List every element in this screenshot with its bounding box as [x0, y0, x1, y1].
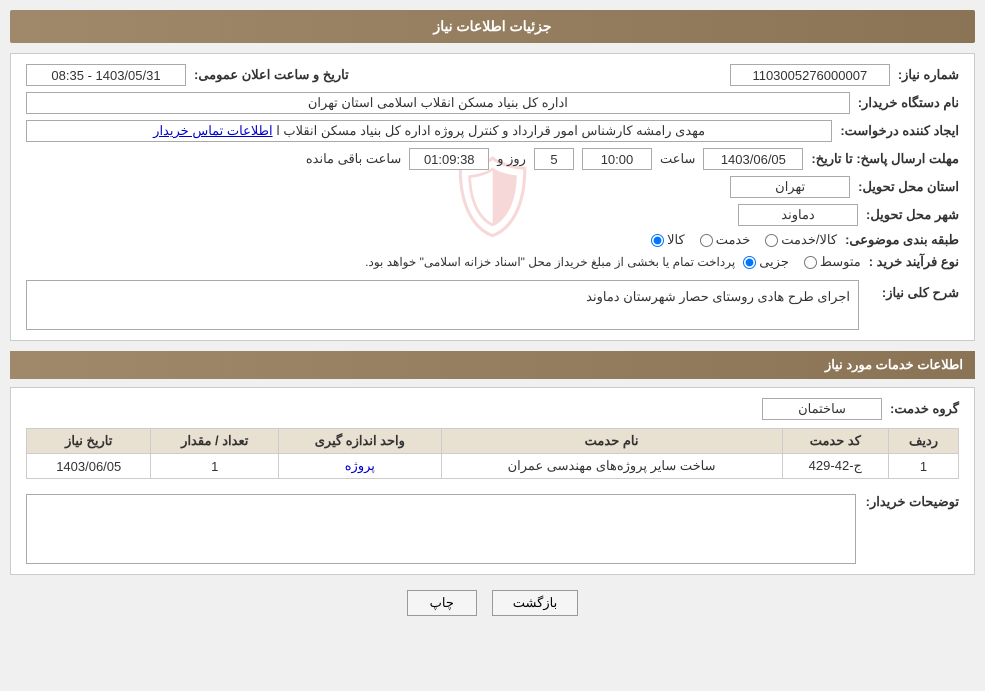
main-section-header: جزئیات اطلاعات نیاز: [10, 10, 975, 43]
cell-quantity: 1: [151, 454, 279, 479]
row-service-group: گروه خدمت: ساختمان: [26, 398, 959, 420]
remaining-label: ساعت باقی مانده: [306, 151, 401, 167]
row-response-date: مهلت ارسال پاسخ: تا تاریخ: 1403/06/05 سا…: [26, 148, 959, 170]
row-buyer: نام دستگاه خریدار: اداره کل بنیاد مسکن ا…: [26, 92, 959, 114]
services-box: گروه خدمت: ساختمان ردیف کد حدمت نام حدمت…: [10, 387, 975, 575]
response-days-value: 5: [534, 148, 574, 170]
description-section: شرح کلی نیاز: اجرای طرح هادی روستای حصار…: [26, 280, 959, 330]
row-province: استان محل تحویل: تهران: [26, 176, 959, 198]
process-option-motavasset[interactable]: متوسط: [804, 254, 861, 270]
province-value: تهران: [730, 176, 850, 198]
response-time-value: 10:00: [582, 148, 652, 170]
need-number-value: 1103005276000007: [730, 64, 890, 86]
category-option-khedmat[interactable]: خدمت: [700, 232, 751, 248]
announce-date-value: 1403/05/31 - 08:35: [26, 64, 186, 86]
services-section-header: اطلاعات خدمات مورد نیاز: [10, 351, 975, 379]
col-row: ردیف: [889, 429, 959, 454]
buyer-notes-row: توضیحات خریدار:: [26, 489, 959, 564]
buyer-notes-value: [26, 494, 856, 564]
response-date-value: 1403/06/05: [703, 148, 803, 170]
description-row: شرح کلی نیاز: اجرای طرح هادی روستای حصار…: [26, 280, 959, 330]
process-radio-group: متوسط جزیی: [743, 254, 861, 270]
creator-value: مهدی رامشه کارشناس امور قرارداد و کنترل …: [26, 120, 832, 142]
cell-row: 1: [889, 454, 959, 479]
category-option-kala[interactable]: کالا: [651, 232, 685, 248]
creator-link[interactable]: اطلاعات تماس خریدار: [153, 123, 272, 139]
col-unit: واحد اندازه گیری: [279, 429, 441, 454]
need-number-label: شماره نیاز:: [898, 67, 959, 83]
process-note: پرداخت تمام یا بخشی از مبلغ خریداز محل "…: [26, 255, 735, 269]
time-label: ساعت: [660, 151, 695, 167]
service-group-value: ساختمان: [762, 398, 882, 420]
province-label: استان محل تحویل:: [858, 179, 959, 195]
main-content: شماره نیاز: 1103005276000007 تاریخ و ساع…: [26, 64, 959, 330]
category-option-kala-khedmat[interactable]: کالا/خدمت: [765, 232, 837, 248]
row-creator: ایجاد کننده درخواست: مهدی رامشه کارشناس …: [26, 120, 959, 142]
remaining-time-value: 01:09:38: [409, 148, 489, 170]
category-label: طبقه بندی موضوعی:: [845, 232, 959, 248]
announce-date-label: تاریخ و ساعت اعلان عمومی:: [194, 67, 349, 83]
description-label: شرح کلی نیاز:: [869, 285, 959, 301]
row-category: طبقه بندی موضوعی: کالا/خدمت خدمت کالا: [26, 232, 959, 248]
row-city: شهر محل تحویل: دماوند: [26, 204, 959, 226]
process-option-jozi[interactable]: جزیی: [743, 254, 789, 270]
cell-code: ج-42-429: [782, 454, 888, 479]
row-need-number: شماره نیاز: 1103005276000007 تاریخ و ساع…: [26, 64, 959, 86]
print-button[interactable]: چاپ: [407, 590, 477, 616]
buttons-row: بازگشت چاپ: [10, 590, 975, 626]
main-title: جزئیات اطلاعات نیاز: [433, 18, 551, 34]
cell-unit: پروژه: [279, 454, 441, 479]
col-quantity: تعداد / مقدار: [151, 429, 279, 454]
table-header-row: ردیف کد حدمت نام حدمت واحد اندازه گیری ت…: [27, 429, 959, 454]
col-name: نام حدمت: [441, 429, 782, 454]
services-table: ردیف کد حدمت نام حدمت واحد اندازه گیری ت…: [26, 428, 959, 479]
main-info-box: 🛡 شماره نیاز: 1103005276000007 تاریخ و س…: [10, 53, 975, 341]
back-button[interactable]: بازگشت: [492, 590, 578, 616]
row-process: نوع فرآیند خرید : متوسط جزیی پرداخت تمام…: [26, 254, 959, 270]
col-date: تاریخ نیاز: [27, 429, 151, 454]
description-value: اجرای طرح هادی روستای حصار شهرستان دماون…: [26, 280, 859, 330]
table-row: 1 ج-42-429 ساخت سایر پروژه‌های مهندسی عم…: [27, 454, 959, 479]
creator-label: ایجاد کننده درخواست:: [840, 123, 959, 139]
cell-date: 1403/06/05: [27, 454, 151, 479]
cell-name: ساخت سایر پروژه‌های مهندسی عمران: [441, 454, 782, 479]
category-radio-group: کالا/خدمت خدمت کالا: [651, 232, 837, 248]
city-label: شهر محل تحویل:: [866, 207, 959, 223]
buyer-label: نام دستگاه خریدار:: [858, 95, 959, 111]
city-value: دماوند: [738, 204, 858, 226]
page-container: جزئیات اطلاعات نیاز 🛡 شماره نیاز: 110300…: [0, 0, 985, 636]
service-group-label: گروه خدمت:: [890, 401, 959, 417]
days-label: روز و: [497, 151, 526, 167]
col-code: کد حدمت: [782, 429, 888, 454]
buyer-value: اداره کل بنیاد مسکن انقلاب اسلامی استان …: [26, 92, 850, 114]
process-label: نوع فرآیند خرید :: [869, 254, 959, 270]
date-label: مهلت ارسال پاسخ: تا تاریخ:: [811, 151, 959, 167]
buyer-notes-label: توضیحات خریدار:: [866, 494, 959, 510]
